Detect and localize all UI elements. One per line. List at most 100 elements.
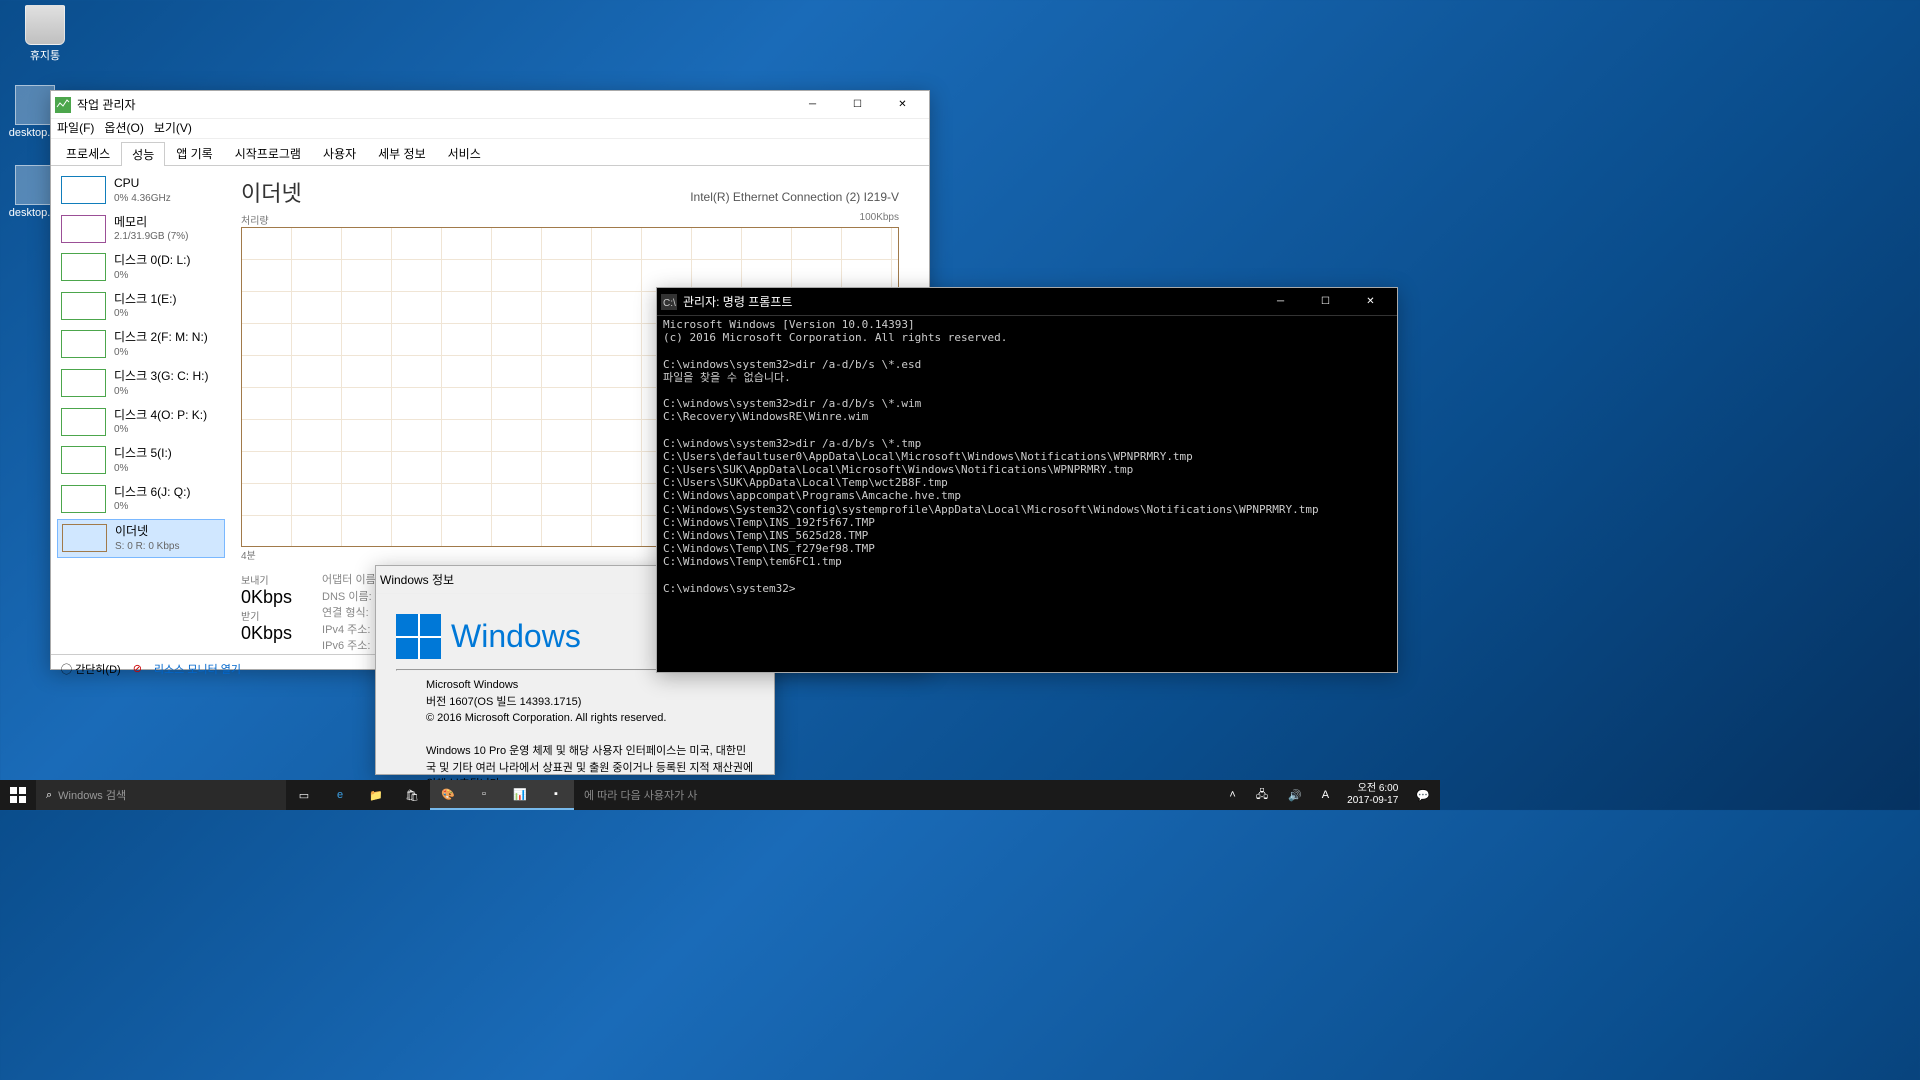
window-title: 관리자: 명령 프롬프트	[683, 293, 1258, 310]
action-center-icon[interactable]: 💬	[1406, 789, 1440, 802]
perf-name: 디스크 0(D: L:)	[114, 253, 190, 269]
y-axis-max: 100Kbps	[860, 212, 899, 227]
perf-name: 디스크 4(O: P: K:)	[114, 408, 207, 424]
minimize-button[interactable]: ─	[790, 91, 835, 119]
perf-value: 0%	[114, 307, 176, 320]
close-button[interactable]: ✕	[880, 91, 925, 119]
explorer-app[interactable]: 📁	[358, 780, 394, 810]
terminal-output[interactable]: Microsoft Windows [Version 10.0.14393] (…	[657, 316, 1397, 672]
search-icon: ⌕	[46, 789, 52, 802]
perf-item-disk[interactable]: 디스크 5(I:) 0%	[57, 442, 225, 479]
tab-services[interactable]: 서비스	[437, 141, 492, 165]
maximize-button[interactable]: ☐	[835, 91, 880, 119]
fewer-details-button[interactable]: ◯ 간단히(D)	[61, 661, 121, 677]
x-axis-left: 4분	[241, 547, 256, 562]
clock[interactable]: 오전 6:00 2017-09-17	[1339, 783, 1406, 807]
tab-performance[interactable]: 성능	[121, 142, 165, 166]
perf-value: 0%	[114, 500, 190, 513]
mini-chart	[61, 253, 106, 281]
tab-app-history[interactable]: 앱 기록	[165, 141, 223, 165]
perf-value: 0%	[114, 462, 172, 475]
perf-item-net[interactable]: 이더넷 S: 0 R: 0 Kbps	[57, 519, 225, 558]
perf-item-mem[interactable]: 메모리 2.1/31.9GB (7%)	[57, 211, 225, 248]
tab-startup[interactable]: 시작프로그램	[224, 141, 312, 165]
menubar: 파일(F) 옵션(O) 보기(V)	[51, 119, 929, 139]
no-entry-icon: ⊘	[133, 662, 142, 675]
store-app[interactable]: 🛍	[394, 780, 430, 810]
perf-item-disk[interactable]: 디스크 3(G: C: H:) 0%	[57, 365, 225, 402]
search-placeholder: Windows 검색	[58, 787, 126, 803]
svg-text:C:\: C:\	[663, 298, 676, 309]
edge-app[interactable]: e	[322, 780, 358, 810]
search-box[interactable]: ⌕ Windows 검색	[36, 780, 286, 810]
perf-item-disk[interactable]: 디스크 2(F: M: N:) 0%	[57, 326, 225, 363]
start-button[interactable]	[0, 780, 36, 810]
titlebar[interactable]: 작업 관리자 ─ ☐ ✕	[51, 91, 929, 119]
cmd-app[interactable]: ▪	[538, 780, 574, 810]
mini-chart	[61, 408, 106, 436]
perf-name: 메모리	[114, 215, 188, 231]
mini-chart	[61, 485, 106, 513]
recv-value: 0Kbps	[241, 623, 292, 644]
ime-indicator[interactable]: A	[1312, 789, 1339, 801]
cmd-icon: C:\	[661, 294, 677, 310]
paint-app[interactable]: 🎨	[430, 780, 466, 810]
perf-value: 2.1/31.9GB (7%)	[114, 230, 188, 243]
perf-value: 0%	[114, 346, 208, 359]
network-icon[interactable]: 🖧	[1246, 786, 1278, 805]
titlebar[interactable]: C:\ 관리자: 명령 프롬프트 ─ ☐ ✕	[657, 288, 1397, 316]
perf-item-disk[interactable]: 디스크 4(O: P: K:) 0%	[57, 404, 225, 441]
windows-logo-icon	[396, 614, 441, 659]
adapter-name: Intel(R) Ethernet Connection (2) I219-V	[690, 190, 899, 204]
menu-view[interactable]: 보기(V)	[154, 119, 192, 138]
perf-name: CPU	[114, 176, 171, 192]
mini-chart	[61, 292, 106, 320]
mini-chart	[61, 215, 106, 243]
menu-file[interactable]: 파일(F)	[57, 119, 94, 138]
mini-chart	[61, 369, 106, 397]
winver-app[interactable]: ▫	[466, 780, 502, 810]
recycle-bin-icon[interactable]: 휴지통	[10, 5, 80, 63]
close-button[interactable]: ✕	[1348, 288, 1393, 316]
file-icon	[15, 85, 55, 125]
time: 오전 6:00	[1347, 783, 1398, 795]
tab-users[interactable]: 사용자	[312, 141, 367, 165]
minimize-button[interactable]: ─	[1258, 288, 1303, 316]
winver-product: Microsoft Windows	[426, 677, 754, 694]
perf-item-disk[interactable]: 디스크 1(E:) 0%	[57, 288, 225, 325]
maximize-button[interactable]: ☐	[1303, 288, 1348, 316]
taskmgr-icon	[55, 97, 71, 113]
mini-chart	[62, 524, 107, 552]
mini-chart	[61, 330, 106, 358]
tab-details[interactable]: 세부 정보	[367, 141, 437, 165]
send-label: 보내기	[241, 572, 292, 587]
perf-item-disk[interactable]: 디스크 0(D: L:) 0%	[57, 249, 225, 286]
perf-name: 디스크 5(I:)	[114, 446, 172, 462]
windows-wordmark: Windows	[451, 618, 581, 655]
icon-label: 휴지통	[10, 47, 80, 63]
tray-chevron-icon[interactable]: ˄	[1219, 789, 1245, 801]
perf-value: 0%	[114, 269, 190, 282]
y-axis-label: 처리량	[241, 212, 269, 227]
tab-processes[interactable]: 프로세스	[55, 141, 121, 165]
perf-value: 0%	[114, 423, 207, 436]
task-view-button[interactable]: ▭	[286, 780, 322, 810]
winver-version: 버전 1607(OS 빌드 14393.1715)	[426, 694, 754, 711]
perf-item-cpu[interactable]: CPU 0% 4.36GHz	[57, 172, 225, 209]
perf-item-disk[interactable]: 디스크 6(J: Q:) 0%	[57, 481, 225, 518]
adapter-heading: 이더넷	[241, 176, 302, 208]
taskbar: ⌕ Windows 검색 ▭ e 📁 🛍 🎨 ▫ 📊 ▪ 에 따라 다음 사용자…	[0, 780, 1440, 810]
taskmgr-app[interactable]: 📊	[502, 780, 538, 810]
resource-monitor-link[interactable]: 리소스 모니터 열기	[154, 661, 241, 677]
volume-icon[interactable]: 🔊	[1278, 789, 1312, 802]
recv-label: 받기	[241, 608, 292, 623]
perf-name: 디스크 3(G: C: H:)	[114, 369, 208, 385]
menu-options[interactable]: 옵션(O)	[104, 119, 143, 138]
mini-chart	[61, 176, 106, 204]
tab-bar: 프로세스 성능 앱 기록 시작프로그램 사용자 세부 정보 서비스	[51, 139, 929, 166]
command-prompt-window: C:\ 관리자: 명령 프롬프트 ─ ☐ ✕ Microsoft Windows…	[656, 287, 1398, 673]
date: 2017-09-17	[1347, 795, 1398, 807]
perf-value: S: 0 R: 0 Kbps	[115, 540, 179, 553]
winver-copyright: © 2016 Microsoft Corporation. All rights…	[426, 710, 754, 727]
perf-name: 디스크 6(J: Q:)	[114, 485, 190, 501]
